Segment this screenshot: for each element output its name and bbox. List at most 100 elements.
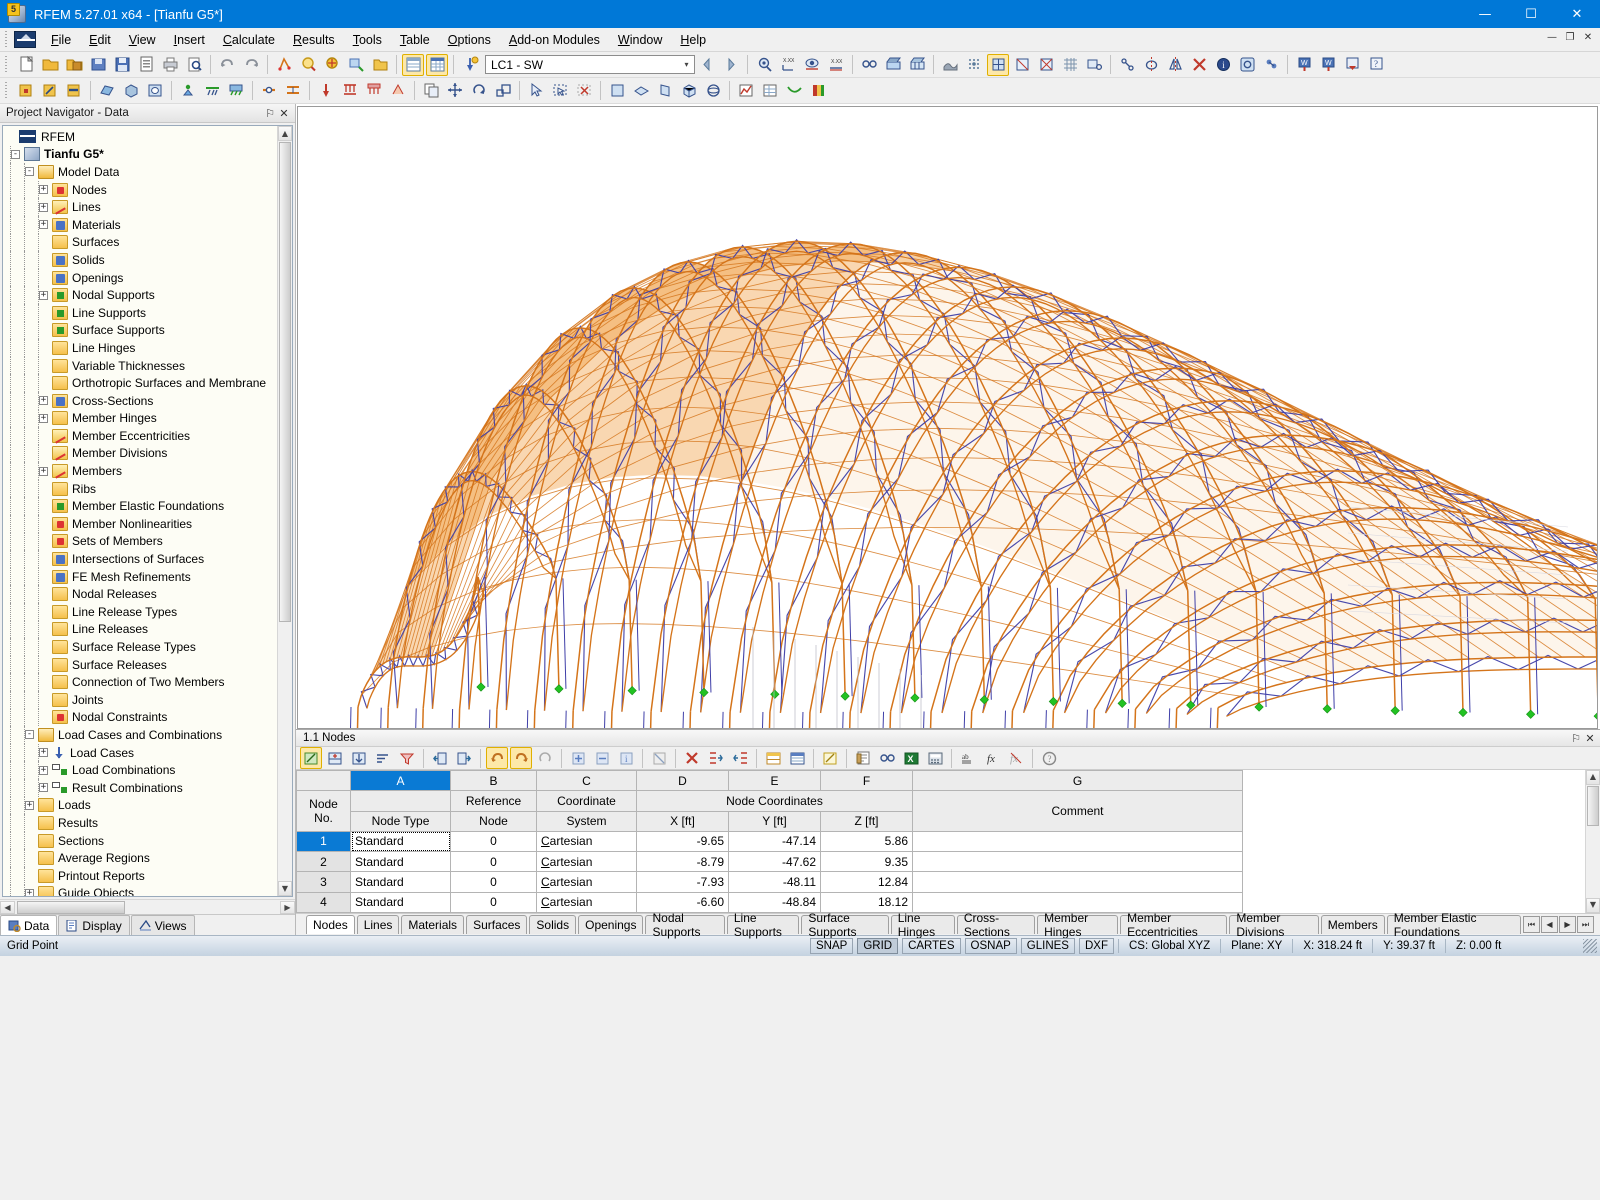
scroll-up-icon[interactable]: ▲ [278,126,292,141]
filter-rows-button[interactable] [396,747,418,769]
table-tab-member-hinges[interactable]: Member Hinges [1037,915,1118,934]
tab-nav-previous-button[interactable]: ◀ [1541,916,1558,933]
load-case-combo[interactable]: LC1 - SW ▾ [485,55,695,74]
line-support-button[interactable] [201,80,223,102]
maximize-button[interactable]: ☐ [1508,0,1554,28]
tab-nav-next-button[interactable]: ▶ [1559,916,1576,933]
tree-item-solids[interactable]: Solids [6,251,292,269]
hscroll-thumb[interactable] [17,901,125,914]
tree-item-ribs[interactable]: Ribs [6,480,292,498]
cell-comment[interactable] [913,831,1243,851]
mdi-restore-button[interactable]: ❐ [1562,30,1578,46]
tree-item-surface-releases[interactable]: Surface Releases [6,656,292,674]
tree-item-line-release-types[interactable]: Line Release Types [6,603,292,621]
tree-item-load-cases[interactable]: +Load Cases [6,744,292,762]
tree-item-member-hinges[interactable]: +Member Hinges [6,410,292,428]
tree-expander[interactable]: + [39,203,48,212]
export-excel-button[interactable]: W [1293,54,1315,76]
calculator-button[interactable] [924,747,946,769]
menu-item-calculate[interactable]: Calculate [214,30,284,50]
tree-item-member-nonlinearities[interactable]: Member Nonlinearities [6,515,292,533]
table-tab-nodes[interactable]: Nodes [306,915,355,934]
menu-item-insert[interactable]: Insert [165,30,214,50]
mdi-minimize-button[interactable]: — [1544,30,1560,46]
open-file-button[interactable] [39,54,61,76]
cell-z[interactable]: 5.86 [821,831,913,851]
view-top-button[interactable] [630,80,652,102]
cell-reference-node[interactable]: 0 [451,872,537,892]
tree-item-cross-sections[interactable]: +Cross-Sections [6,392,292,410]
cell-reference-node[interactable]: 0 [451,892,537,912]
view-glasses-button[interactable] [876,747,898,769]
column-header-A[interactable]: A [351,771,451,791]
tree-item-result-combinations[interactable]: +Result Combinations [6,779,292,797]
column-header-E[interactable]: E [729,771,821,791]
grid-display-button[interactable] [1059,54,1081,76]
surface-load-button[interactable] [363,80,385,102]
tree-item-lines[interactable]: +Lines [6,198,292,216]
view-eye-button[interactable] [801,54,823,76]
results-table-button[interactable] [759,80,781,102]
new-opening-button[interactable] [144,80,166,102]
tree-item-member-divisions[interactable]: Member Divisions [6,445,292,463]
insert-row-button[interactable] [324,747,346,769]
cell-y[interactable]: -48.11 [729,872,821,892]
row-number[interactable]: 1 [297,831,351,851]
column-header-B[interactable]: B [451,771,537,791]
view-point-button[interactable] [753,54,775,76]
info-button[interactable]: i [1212,54,1234,76]
print-report-button[interactable] [1341,54,1363,76]
tree-expander[interactable]: + [39,220,48,229]
cell-reference-node[interactable]: 0 [451,852,537,872]
show-numbering-button[interactable] [987,54,1009,76]
cell-x[interactable]: -9.65 [637,831,729,851]
tree-item-sections[interactable]: Sections [6,832,292,850]
tree-expander[interactable]: + [25,889,34,896]
scroll-down-icon[interactable]: ▼ [1586,898,1600,913]
pin-icon[interactable]: ⚐ [263,107,277,120]
menu-item-add-on-modules[interactable]: Add-on Modules [500,30,609,50]
new-member-button[interactable] [63,80,85,102]
navigator-vertical-scrollbar[interactable]: ▲ ▼ [277,126,292,896]
tree-item-fe-mesh-refinements[interactable]: FE Mesh Refinements [6,568,292,586]
move-right-button[interactable] [453,747,475,769]
cell-node-type[interactable]: Standard [351,831,451,851]
show-supports-button[interactable] [1011,54,1033,76]
view-side-button[interactable] [654,80,676,102]
tree-expander[interactable]: + [39,766,48,775]
cell-coordinate-system[interactable]: Cartesian [537,872,637,892]
close-button[interactable]: ✕ [1554,0,1600,28]
nodal-load-button[interactable] [315,80,337,102]
edit-table-button[interactable] [300,747,322,769]
resize-grip[interactable] [1583,939,1597,953]
delete-selected-left-button[interactable] [705,747,727,769]
remove-row-button[interactable] [591,747,613,769]
tree-item-nodal-releases[interactable]: Nodal Releases [6,585,292,603]
open-project-button[interactable] [87,54,109,76]
status-toggle-snap[interactable]: SNAP [810,938,853,954]
tree-item-line-supports[interactable]: Line Supports [6,304,292,322]
select-window-button[interactable] [549,80,571,102]
tree-item-surface-supports[interactable]: Surface Supports [6,322,292,340]
scroll-up-icon[interactable]: ▲ [1586,770,1600,785]
measure-button[interactable] [1116,54,1138,76]
close-icon[interactable]: ✕ [277,107,291,120]
deselect-button[interactable] [573,80,595,102]
column-settings-button[interactable] [762,747,784,769]
table-tab-surfaces[interactable]: Surfaces [466,915,527,934]
tree-item-sets-of-members[interactable]: Sets of Members [6,533,292,551]
section-view2-button[interactable] [906,54,928,76]
show-loads-button[interactable] [1035,54,1057,76]
status-toggle-osnap[interactable]: OSNAP [965,938,1017,954]
member-hinge-button[interactable] [258,80,280,102]
scroll-down-icon[interactable]: ▼ [278,881,292,896]
model-viewport[interactable] [297,106,1598,729]
cell-x[interactable]: -8.79 [637,852,729,872]
cell-z[interactable]: 9.35 [821,852,913,872]
tree-expander[interactable]: - [25,167,34,176]
zoom-window-button[interactable] [345,54,367,76]
line-load-button[interactable] [339,80,361,102]
table-format-button[interactable] [786,747,808,769]
new-line-button[interactable] [39,80,61,102]
cell-coordinate-system[interactable]: Cartesian [537,892,637,912]
